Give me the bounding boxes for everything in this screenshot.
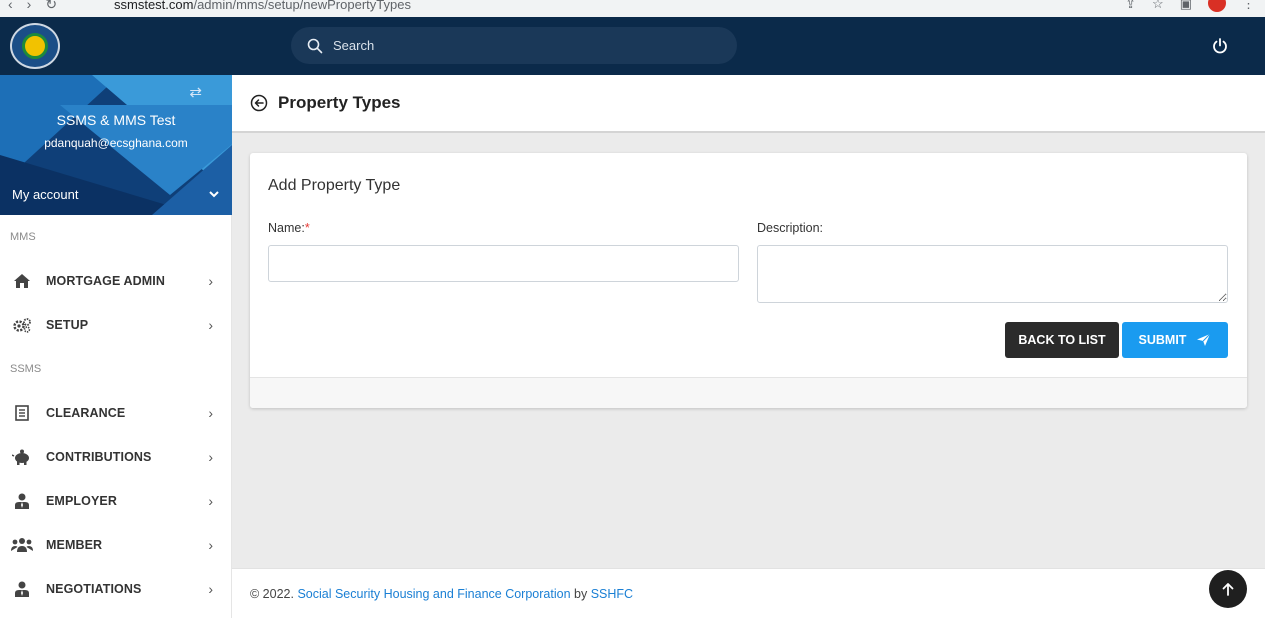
back-arrow-icon[interactable]: [250, 94, 268, 112]
chevron-right-icon: ›: [208, 273, 213, 289]
name-input[interactable]: [268, 245, 739, 282]
url-host: ssmstest.com: [114, 0, 194, 12]
description-textarea[interactable]: [757, 245, 1228, 303]
top-navbar: [0, 17, 1265, 75]
sidebar: ⇄ SSMS & MMS Test pdanquah@ecsghana.com …: [0, 75, 232, 618]
description-label: Description:: [757, 221, 823, 235]
sidebar-item-label: MORTGAGE ADMIN: [46, 274, 165, 288]
required-marker: *: [304, 221, 310, 235]
chevron-right-icon: ›: [208, 493, 213, 509]
browser-nav-icons[interactable]: ‹›↻: [8, 0, 71, 13]
brand-link[interactable]: SSHFC: [591, 587, 633, 601]
sidebar-item-member[interactable]: MEMBER ›: [0, 523, 231, 567]
my-account-label: My account: [12, 186, 79, 202]
document-icon: [10, 404, 34, 422]
my-account-toggle[interactable]: My account: [0, 176, 232, 212]
sidebar-item-label: SETUP: [46, 318, 89, 332]
sidebar-item-setup[interactable]: SETUP ›: [0, 303, 231, 347]
home-icon: [10, 272, 34, 290]
sidebar-item-label: CLEARANCE: [46, 406, 126, 420]
share-icon[interactable]: ⇪: [1125, 0, 1136, 12]
search-input[interactable]: [333, 38, 713, 53]
page-footer: © 2022. Social Security Housing and Fina…: [232, 568, 1265, 618]
chevron-right-icon: ›: [208, 449, 213, 465]
profile-name: SSMS & MMS Test: [56, 112, 176, 128]
window-icon[interactable]: ▣: [1180, 0, 1192, 12]
org-link[interactable]: Social Security Housing and Finance Corp…: [297, 587, 570, 601]
logo-emblem: [22, 33, 48, 59]
sidebar-item-employer[interactable]: EMPLOYER ›: [0, 479, 231, 523]
users-icon: [10, 536, 34, 554]
user-tie-icon: [10, 580, 34, 598]
paper-plane-icon: [1197, 333, 1211, 346]
sidebar-item-label: MEMBER: [46, 538, 103, 552]
sidebar-item-clearance[interactable]: CLEARANCE ›: [0, 391, 231, 435]
browser-actions: ⇪ ☆ ▣ ⋮: [1125, 0, 1255, 12]
chevron-right-icon: ›: [208, 581, 213, 597]
name-label-text: Name:: [268, 221, 305, 235]
sidebar-item-negotiations[interactable]: NEGOTIATIONS ›: [0, 567, 231, 611]
copyright-text: © 2022.: [250, 586, 294, 601]
back-to-list-button[interactable]: BACK TO LIST: [1005, 322, 1119, 358]
address-bar[interactable]: ssmstest.com/admin/mms/setup/newProperty…: [96, 0, 411, 12]
url-path: /admin/mms/setup/newPropertyTypes: [193, 0, 411, 12]
cogs-icon: [10, 316, 34, 334]
user-tie-icon: [10, 492, 34, 510]
sidebar-item-mortgage-admin[interactable]: MORTGAGE ADMIN ›: [0, 259, 231, 303]
back-to-list-label: BACK TO LIST: [1018, 333, 1106, 347]
chevron-right-icon: ›: [208, 537, 213, 553]
search-icon: [307, 38, 323, 53]
add-property-type-card: Add Property Type Name:* Description: BA…: [250, 153, 1247, 408]
name-label: Name:*: [268, 221, 310, 235]
sidebar-item-contributions[interactable]: CONTRIBUTIONS ›: [0, 435, 231, 479]
sidebar-item-label: CONTRIBUTIONS: [46, 450, 152, 464]
profile-email: pdanquah@ecsghana.com: [44, 136, 188, 150]
search-bar[interactable]: [291, 27, 737, 64]
bookmark-star-icon[interactable]: ☆: [1152, 0, 1164, 12]
scroll-to-top-button[interactable]: [1209, 570, 1247, 608]
section-label-mms: MMS: [10, 231, 36, 243]
browser-toolbar: ‹›↻ ssmstest.com/admin/mms/setup/newProp…: [0, 0, 1265, 17]
power-icon[interactable]: [1211, 37, 1229, 55]
card-footer: [250, 377, 1247, 408]
logo[interactable]: [10, 23, 60, 69]
section-label-ssms: SSMS: [10, 363, 42, 375]
more-menu-icon[interactable]: ⋮: [1242, 0, 1255, 12]
sidebar-item-label: NEGOTIATIONS: [46, 582, 142, 596]
chevron-right-icon: ›: [208, 317, 213, 333]
piggy-bank-icon: [10, 448, 34, 466]
browser-profile-avatar[interactable]: [1208, 0, 1226, 12]
card-title: Add Property Type: [268, 177, 401, 194]
sidebar-item-label: EMPLOYER: [46, 494, 117, 508]
page-header: Property Types: [232, 75, 1265, 133]
submit-label: SUBMIT: [1138, 333, 1187, 347]
page-title: Property Types: [278, 93, 401, 112]
chevron-right-icon: ›: [208, 405, 213, 421]
submit-button[interactable]: SUBMIT: [1122, 322, 1228, 358]
profile-card: ⇄ SSMS & MMS Test pdanquah@ecsghana.com …: [0, 75, 232, 215]
chevron-down-icon: [209, 191, 219, 198]
swap-icon[interactable]: ⇄: [189, 83, 202, 101]
by-text: by: [574, 586, 588, 601]
arrow-up-icon: [1222, 583, 1234, 596]
